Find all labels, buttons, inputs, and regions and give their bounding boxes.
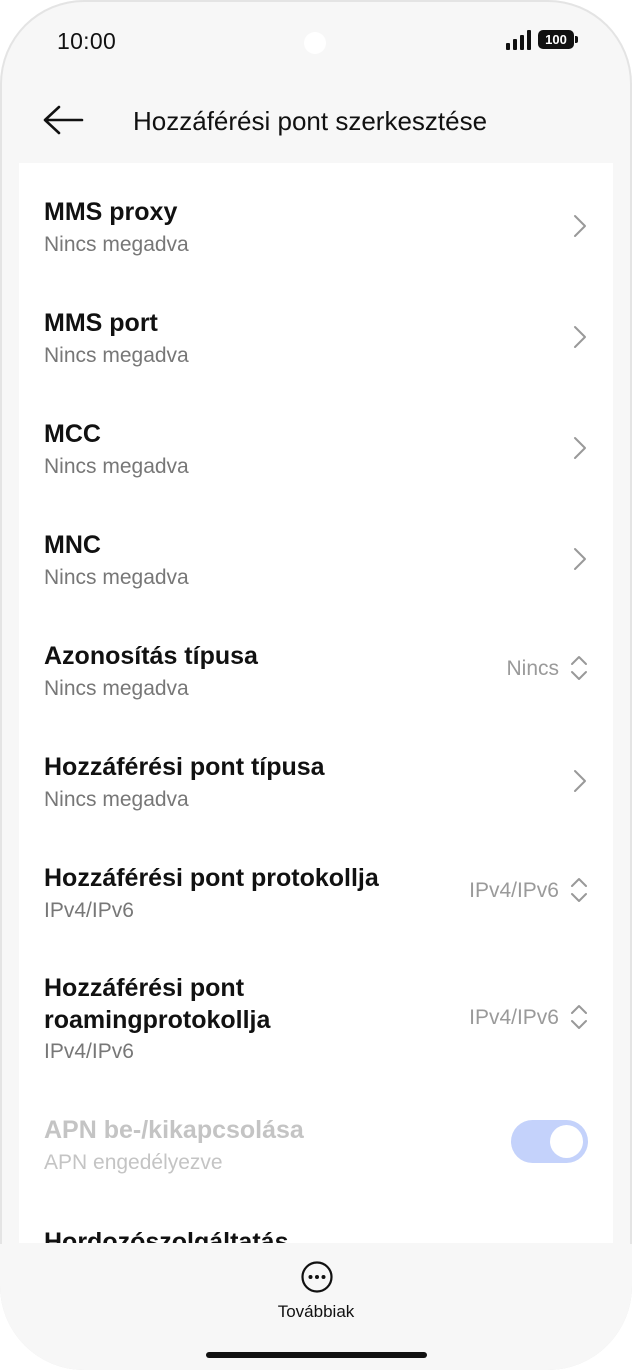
- item-title: Hozzáférési pont protokollja: [44, 864, 379, 892]
- more-horizontal-icon: [301, 1261, 333, 1293]
- mnc-item[interactable]: MNC Nincs megadva: [19, 494, 613, 605]
- apn-roaming-protocol-item[interactable]: Hozzáférési pont roamingprotokollja IPv4…: [19, 938, 613, 1080]
- item-subtitle: Nincs megadva: [44, 788, 189, 811]
- item-subtitle: Nincs megadva: [44, 566, 189, 589]
- signal-icon: [506, 30, 531, 50]
- chevron-right-icon: [574, 215, 586, 237]
- more-label: Továbbiak: [277, 1302, 355, 1321]
- item-title: Hordozószolgáltatás: [44, 1228, 289, 1243]
- battery-icon: 100: [538, 30, 574, 49]
- item-title: Hozzáférési pont típusa: [44, 753, 325, 781]
- item-title: Hozzáférési pont roamingprotokollja: [44, 974, 271, 1034]
- mcc-item[interactable]: MCC Nincs megadva: [19, 383, 613, 494]
- item-subtitle: Nincs megadva: [44, 233, 189, 256]
- chevron-up-down-icon: [571, 878, 587, 902]
- app-header: Hozzáférési pont szerkesztése: [0, 84, 632, 162]
- chevron-up-down-icon: [571, 656, 587, 680]
- chevron-right-icon: [574, 770, 586, 792]
- chevron-right-icon: [574, 326, 586, 348]
- item-subtitle: Nincs megadva: [44, 344, 189, 367]
- apn-type-item[interactable]: Hozzáférési pont típusa Nincs megadva: [19, 716, 613, 827]
- item-value: IPv4/IPv6: [469, 1006, 559, 1029]
- home-indicator[interactable]: [206, 1352, 427, 1358]
- item-subtitle: IPv4/IPv6: [44, 1040, 134, 1063]
- mms-proxy-item[interactable]: MMS proxy Nincs megadva: [19, 163, 613, 273]
- item-subtitle: Nincs megadva: [44, 677, 189, 700]
- front-camera: [304, 32, 326, 54]
- item-title: Azonosítás típusa: [44, 642, 258, 670]
- phone-screen: 10:00 100 Hozzáférési pont szerkesztése …: [0, 0, 632, 1370]
- chevron-right-icon: [574, 437, 586, 459]
- bearer-item[interactable]: Hordozószolgáltatás: [19, 1202, 613, 1243]
- auth-type-item[interactable]: Azonosítás típusa Nincs megadva Nincs: [19, 605, 613, 716]
- item-title: MMS proxy: [44, 198, 178, 226]
- chevron-up-down-icon: [571, 1005, 587, 1029]
- chevron-right-icon: [574, 548, 586, 570]
- status-bar: 10:00 100: [0, 0, 632, 84]
- mms-port-item[interactable]: MMS port Nincs megadva: [19, 273, 613, 383]
- item-value: IPv4/IPv6: [469, 879, 559, 902]
- more-button[interactable]: Továbbiak: [260, 1260, 372, 1324]
- chevron-right-icon: [573, 1242, 587, 1243]
- battery-tip: [575, 36, 578, 43]
- apn-enable-item: APN be-/kikapcsolása APN engedélyezve: [19, 1080, 613, 1202]
- item-value: Nincs: [506, 657, 559, 680]
- item-subtitle: IPv4/IPv6: [44, 899, 134, 922]
- toggle-knob: [550, 1125, 583, 1158]
- page-title: Hozzáférési pont szerkesztése: [133, 106, 488, 136]
- item-title: MNC: [44, 531, 101, 559]
- item-title: APN be-/kikapcsolása: [44, 1116, 304, 1144]
- bottom-action-bar: Továbbiak: [0, 1244, 632, 1370]
- back-button[interactable]: [38, 98, 88, 142]
- status-time: 10:00: [57, 28, 117, 54]
- item-title: MCC: [44, 420, 101, 448]
- settings-list: MMS proxy Nincs megadva MMS port Nincs m…: [19, 163, 613, 1243]
- apn-enable-toggle[interactable]: [511, 1120, 588, 1163]
- item-subtitle: Nincs megadva: [44, 455, 189, 478]
- apn-protocol-item[interactable]: Hozzáférési pont protokollja IPv4/IPv6 I…: [19, 827, 613, 938]
- item-subtitle: APN engedélyezve: [44, 1151, 223, 1174]
- arrow-left-icon: [43, 105, 84, 135]
- item-title: MMS port: [44, 309, 158, 337]
